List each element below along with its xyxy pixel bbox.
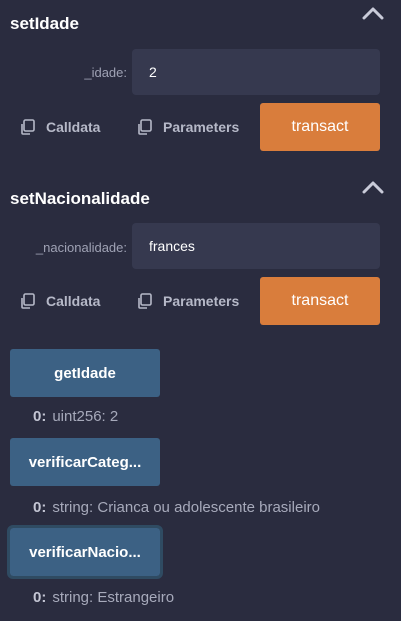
call-button-verificarcategoria[interactable]: verificarCateg...	[10, 438, 160, 486]
result-index: 0:	[33, 589, 47, 606]
transact-button-setidade[interactable]: transact	[260, 103, 380, 151]
param-input-idade[interactable]: 2	[132, 49, 380, 95]
param-input-value: 2	[149, 64, 157, 80]
function-title-setnacionalidade: setNacionalidade	[10, 189, 150, 208]
result-value: string: Crianca ou adolescente brasileir…	[52, 499, 320, 516]
copy-icon	[138, 119, 152, 135]
chevron-up-icon[interactable]	[360, 178, 386, 196]
transact-button-setnacionalidade[interactable]: transact	[260, 277, 380, 325]
calldata-button[interactable]: Calldata	[19, 293, 100, 309]
param-input-nacionalidade[interactable]: frances	[132, 223, 380, 269]
parameters-label: Parameters	[163, 119, 240, 135]
parameters-button[interactable]: Parameters	[136, 293, 239, 309]
result-index: 0:	[33, 499, 47, 516]
param-label-idade: _idade:	[84, 65, 127, 80]
call-result-getidade: 0: uint256: 2	[33, 408, 118, 425]
chevron-up-icon[interactable]	[360, 4, 386, 22]
parameters-label: Parameters	[163, 293, 240, 309]
copy-icon	[21, 119, 35, 135]
calldata-label: Calldata	[46, 119, 101, 135]
calldata-label: Calldata	[46, 293, 101, 309]
call-result-verificarcategoria: 0: string: Crianca ou adolescente brasile…	[33, 499, 320, 516]
result-value: uint256: 2	[52, 408, 119, 425]
copy-icon	[138, 293, 152, 309]
result-index: 0:	[33, 408, 47, 425]
calldata-button[interactable]: Calldata	[19, 119, 100, 135]
parameters-button[interactable]: Parameters	[136, 119, 239, 135]
result-value: string: Estrangeiro	[52, 589, 175, 606]
copy-icon	[21, 293, 35, 309]
param-label-nacionalidade: _nacionalidade:	[35, 240, 127, 255]
call-button-verificarnacionalidade[interactable]: verificarNacio...	[7, 525, 163, 579]
call-button-getidade[interactable]: getIdade	[10, 349, 160, 397]
call-result-verificarnacionalidade: 0: string: Estrangeiro	[33, 589, 174, 606]
function-title-setidade: setIdade	[10, 14, 79, 33]
param-input-value: frances	[149, 238, 195, 254]
